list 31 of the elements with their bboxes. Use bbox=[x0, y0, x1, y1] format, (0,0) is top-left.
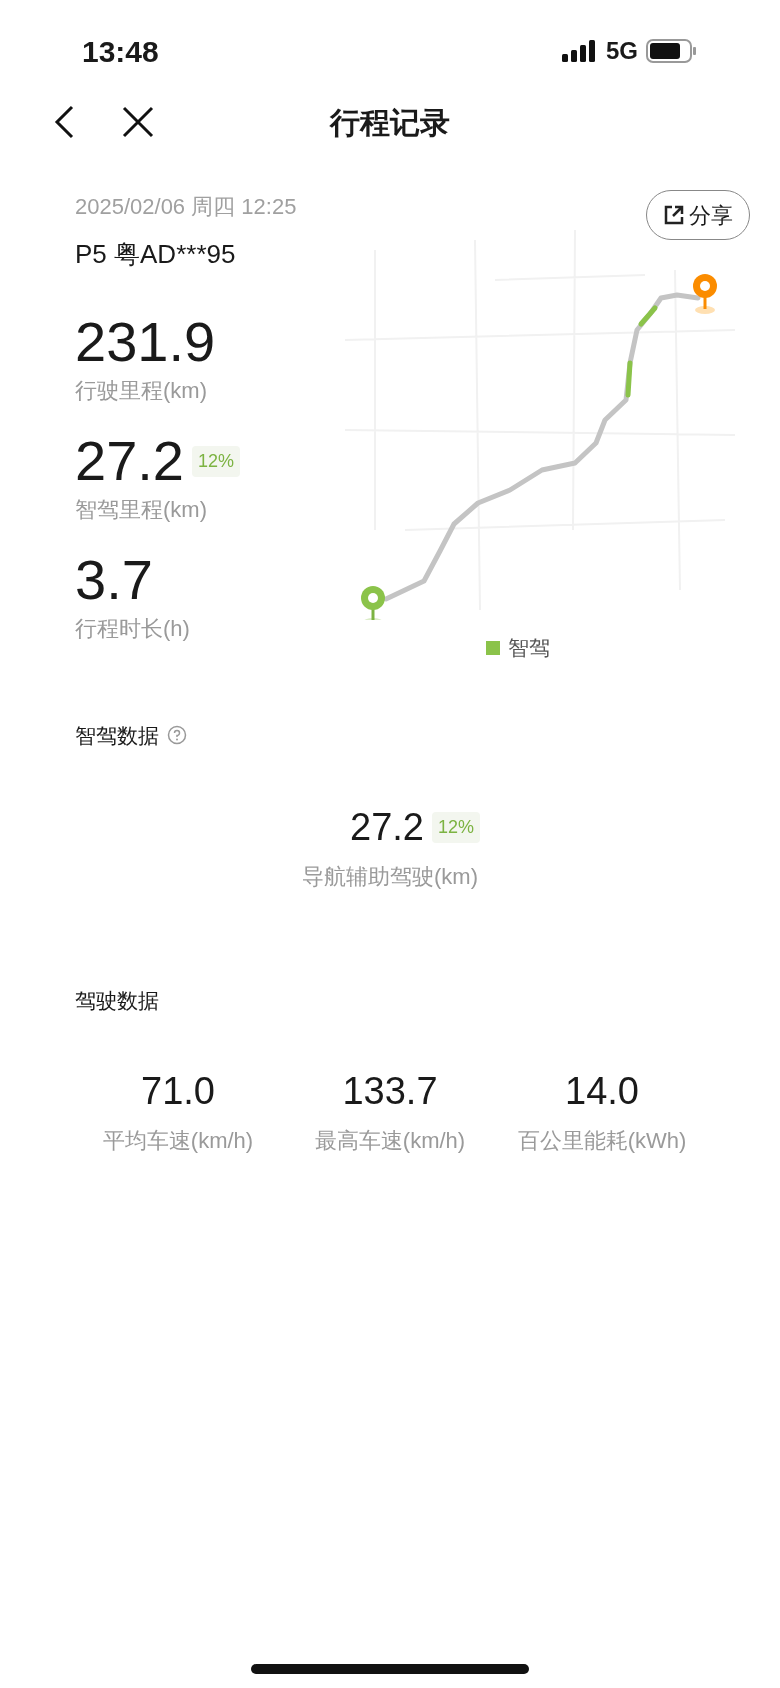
stat-value: 27.2 bbox=[350, 805, 424, 850]
network-label: 5G bbox=[606, 36, 638, 66]
stat-value: 14.0 bbox=[565, 1068, 639, 1114]
percentage-badge: 12% bbox=[192, 445, 241, 477]
stat-label: 行驶里程(km) bbox=[75, 377, 208, 405]
page-title: 行程记录 bbox=[330, 104, 450, 141]
help-icon bbox=[167, 725, 187, 746]
section-title: 驾驶数据 bbox=[75, 989, 159, 1012]
stat-value: 27.2 bbox=[75, 429, 184, 493]
status-time: 13:48 bbox=[82, 33, 159, 70]
trip-datetime: 2025/02/06 周四 12:25 bbox=[75, 193, 298, 221]
battery-icon bbox=[646, 39, 698, 63]
stat-value: 3.7 bbox=[75, 548, 153, 612]
share-button[interactable]: 分享 bbox=[646, 190, 750, 240]
back-icon bbox=[54, 105, 74, 139]
stat-value: 133.7 bbox=[342, 1068, 438, 1114]
share-icon bbox=[663, 204, 685, 226]
stat-label: 平均车速(km/h) bbox=[102, 1126, 254, 1155]
stat-label: 百公里能耗(kWh) bbox=[517, 1126, 687, 1155]
percentage-badge: 12% bbox=[431, 812, 480, 843]
close-icon bbox=[122, 106, 154, 138]
vehicle-plate: P5 粤AD***95 bbox=[75, 238, 237, 271]
legend-label: 智驾 bbox=[507, 635, 550, 661]
signal-icon bbox=[562, 40, 598, 62]
stat-label: 智驾里程(km) bbox=[75, 496, 208, 524]
stat-value: 231.9 bbox=[75, 310, 216, 374]
stat-label: 最高车速(km/h) bbox=[314, 1126, 466, 1155]
section-title: 智驾数据 bbox=[75, 722, 159, 749]
stat-value: 71.0 bbox=[141, 1068, 215, 1114]
stat-label: 导航辅助驾驶(km) bbox=[302, 863, 478, 891]
stat-label: 行程时长(h) bbox=[75, 615, 191, 643]
